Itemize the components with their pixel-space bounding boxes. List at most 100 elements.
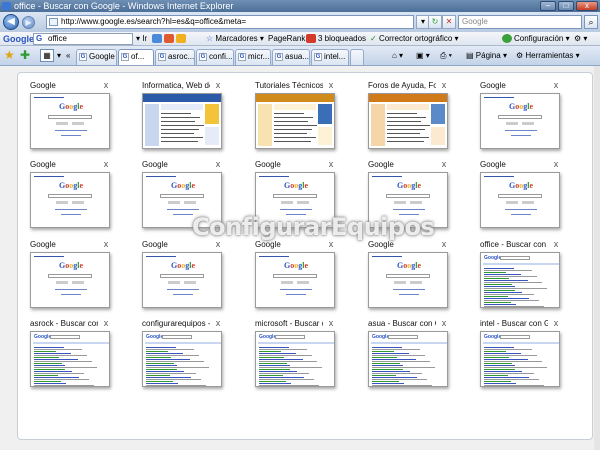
close-button[interactable]: x [576,1,598,11]
tab-asrock[interactable]: Gasroc... [155,49,195,65]
thumbnail-18[interactable]: microsoft - Buscar c... x Google [255,318,337,387]
page-preview: Google [480,93,560,149]
thumbnail-12[interactable]: Google x Google [142,239,224,308]
tab-asua[interactable]: Gasua... [272,49,310,65]
close-tab-icon[interactable]: x [440,239,448,249]
page-preview: Google [142,252,222,308]
google-toolbar-logo[interactable]: Google [3,32,34,46]
thumbnail-13[interactable]: Google x Google [255,239,337,308]
thumbnail-17[interactable]: configurarequipos -... x Google [142,318,224,387]
thumbnail-20[interactable]: intel - Buscar con G... x Google [480,318,562,387]
settings-button[interactable]: Configuración ▾ [502,32,570,46]
close-tab-icon[interactable]: x [327,318,335,328]
page-preview [142,93,222,149]
google-favicon: G [121,53,129,61]
thumbnail-title: Google [480,160,506,169]
minimize-button[interactable]: – [540,1,556,11]
tab-label: confi... [209,52,233,61]
close-tab-icon[interactable]: x [102,80,110,90]
close-tab-icon[interactable]: x [552,159,560,169]
maximize-button[interactable]: □ [558,1,574,11]
thumbnail-3[interactable]: Tutoriales Técnicos,... x [255,80,337,149]
close-tab-icon[interactable]: x [214,80,222,90]
settings-icon [502,34,512,44]
page-menu-label: Página [475,51,501,60]
spellcheck-button[interactable]: ✓ Corrector ortográfico ▾ [370,32,459,46]
toolbar-options-icon[interactable]: ⚙ ▾ [574,32,587,46]
close-tab-icon[interactable]: x [214,159,222,169]
home-icon[interactable]: ⌂ ▾ [392,49,403,63]
vertical-scrollbar[interactable] [594,66,600,450]
toolbar-icons[interactable] [152,32,188,46]
feeds-icon[interactable]: ▣ ▾ [416,49,430,63]
close-tab-icon[interactable]: x [552,318,560,328]
thumbnail-2[interactable]: Informatica, Web de... x [142,80,224,149]
address-url: http://www.google.es/search?hl=es&q=offi… [61,17,247,26]
google-favicon: G [79,53,87,61]
thumbnail-11[interactable]: Google x Google [30,239,112,308]
thumbnail-16[interactable]: asrock - Buscar con ... x Google [30,318,112,387]
tab-label: asua... [285,52,310,61]
blocked-label: 3 bloqueados [318,34,367,43]
tab-label: asroc... [168,52,195,61]
close-tab-icon[interactable]: x [552,80,560,90]
popup-blocker-icon [306,34,316,44]
close-tab-icon[interactable]: x [102,318,110,328]
bookmarks-button[interactable]: ☆ Marcadores ▾ [206,32,264,46]
search-icon[interactable]: ⌕ [584,15,598,29]
close-tab-icon[interactable]: x [214,318,222,328]
favorites-star-icon[interactable]: ★ [4,49,15,61]
add-favorites-icon[interactable]: ✚ [20,49,30,61]
tab-microsoft[interactable]: Gmicr... [235,49,271,65]
thumbnail-19[interactable]: asua - Buscar con G... x Google [368,318,450,387]
search-input[interactable]: Google [458,15,582,29]
google-favicon: G [199,53,207,61]
quick-tabs-button[interactable]: ▦ [40,49,54,62]
thumbnail-6[interactable]: Google x Google [30,159,112,228]
scroll-tabs-left[interactable]: « [66,49,70,63]
close-tab-icon[interactable]: x [440,80,448,90]
page-menu-button[interactable]: ▤ Página ▾ [466,49,507,63]
google-search-input[interactable]: G office [33,33,133,45]
thumbnail-1[interactable]: Google x Google [30,80,112,149]
close-tab-icon[interactable]: x [327,80,335,90]
tab-google[interactable]: G Google [76,49,117,65]
thumbnail-10[interactable]: Google x Google [480,159,562,228]
address-input[interactable]: http://www.google.es/search?hl=es&q=offi… [46,15,414,29]
page-icon [49,18,58,26]
thumbnail-title: Google [142,160,168,169]
refresh-icon[interactable]: ↻ [428,15,442,29]
print-icon[interactable]: ⎙ ▾ [440,49,452,63]
close-tab-icon[interactable]: x [440,159,448,169]
popup-blocker-button[interactable]: 3 bloqueados [306,32,366,46]
close-tab-icon[interactable]: x [440,318,448,328]
thumbnail-4[interactable]: Foros de Ayuda, For... x [368,80,450,149]
thumbnail-5[interactable]: Google x Google [480,80,562,149]
thumbnail-15[interactable]: office - Buscar con ... x Google [480,239,562,308]
close-tab-icon[interactable]: x [102,239,110,249]
tab-label: Google [89,52,115,61]
thumbnail-title: intel - Buscar con G... [480,319,548,328]
tools-menu-button[interactable]: ⚙ Herramientas ▾ [516,49,580,63]
page-preview: Google [30,331,110,387]
tab-configurarequipos[interactable]: Gconfi... [196,49,234,65]
thumbnail-14[interactable]: Google x Google [368,239,450,308]
quick-tabs-panel: GooglexGoogleInformatica, Web de...xTuto… [17,72,593,440]
spell-label: Corrector ortográfico [378,34,453,43]
news-icon [152,34,162,44]
tab-office[interactable]: Gof... [118,49,154,65]
window-title: office - Buscar con Google - Windows Int… [14,1,234,11]
tab-list-dropdown[interactable]: ▾ [57,49,61,63]
thumbnail-title: configurarequipos -... [142,319,210,328]
new-tab-button[interactable] [350,49,364,65]
tab-intel[interactable]: Gintel... [311,49,349,65]
back-button[interactable]: ◀ [3,14,19,30]
close-tab-icon[interactable]: x [327,159,335,169]
forward-button[interactable]: ▶ [22,16,35,29]
close-tab-icon[interactable]: x [102,159,110,169]
page-preview: Google [30,172,110,228]
window-title-bar[interactable]: office - Buscar con Google - Windows Int… [0,0,600,12]
google-search-dropdown[interactable]: ▾ Ir [136,32,147,46]
stop-icon[interactable]: ✕ [442,15,456,29]
close-tab-icon[interactable]: x [552,239,560,249]
